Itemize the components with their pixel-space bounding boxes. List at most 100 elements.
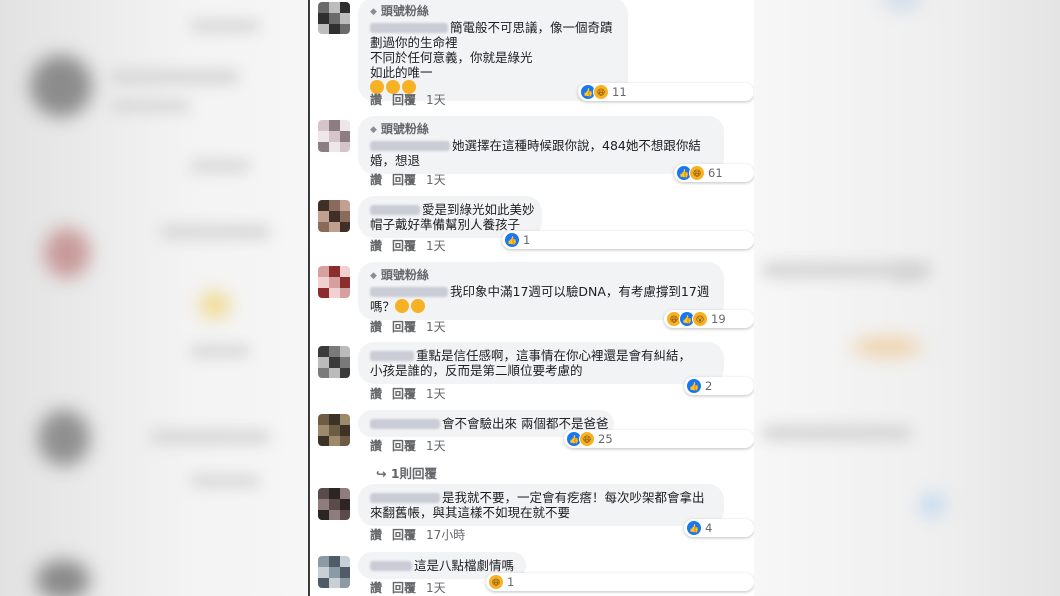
avatar[interactable] xyxy=(318,346,350,378)
reaction-summary[interactable]: 👍 😆 61 xyxy=(674,164,754,182)
reaction-count: 61 xyxy=(708,166,723,180)
comment-text-line: 劃過你的生命裡 xyxy=(370,35,618,50)
reply-link[interactable]: 回覆 xyxy=(392,439,416,453)
reaction-count: 25 xyxy=(598,432,613,446)
blurred-author-name[interactable] xyxy=(370,419,440,429)
comment-text: 愛是到綠光如此美妙 xyxy=(422,202,535,217)
like-reaction-icon: 👍 xyxy=(686,378,702,394)
comment-text-line: 簡電般不可思議，像一個奇蹟 xyxy=(370,20,618,35)
comment-actions: 讚回覆 1天 xyxy=(370,91,456,108)
reply-link[interactable]: 回覆 xyxy=(392,581,416,595)
blurred-author-name[interactable] xyxy=(370,23,448,33)
avatar[interactable] xyxy=(318,488,350,520)
top-fan-badge: ◆ 頭號粉絲 xyxy=(370,268,714,283)
like-link[interactable]: 讚 xyxy=(370,581,382,595)
avatar[interactable] xyxy=(318,120,350,152)
reaction-summary[interactable]: 👍 2 xyxy=(684,377,754,395)
reaction-count: 2 xyxy=(705,379,713,393)
comment-timestamp[interactable]: 17小時 xyxy=(426,528,465,542)
blurred-author-name[interactable] xyxy=(370,205,420,215)
blurred-author-name[interactable] xyxy=(370,141,450,151)
like-link[interactable]: 讚 xyxy=(370,439,382,453)
comment-text-line: 來翻舊帳，與其這樣不如現在就不要 xyxy=(370,505,714,520)
comment-bubble: 是我就不要，一定會有疙瘩！每次吵架都會拿出 來翻舊帳，與其這樣不如現在就不要 xyxy=(358,484,724,526)
haha-reaction-icon: 😆 xyxy=(689,165,705,181)
blurred-author-name[interactable] xyxy=(370,493,440,503)
comment-timestamp[interactable]: 1天 xyxy=(426,439,446,453)
avatar[interactable] xyxy=(318,200,350,232)
like-link[interactable]: 讚 xyxy=(370,173,382,187)
comment-timestamp[interactable]: 1天 xyxy=(426,239,446,253)
avatar[interactable] xyxy=(318,556,350,588)
comment-text: 我印象中滿17週可以驗DNA，有考慮撐到17週 xyxy=(450,284,710,299)
like-link[interactable]: 讚 xyxy=(370,320,382,334)
comment-text-line: 如此的唯一 xyxy=(370,65,618,80)
badge-label: 頭號粉絲 xyxy=(380,4,429,18)
blurred-author-name[interactable] xyxy=(370,561,412,571)
reply-link[interactable]: 回覆 xyxy=(392,387,416,401)
blurred-author-name[interactable] xyxy=(370,351,414,361)
comment-text-line: 重點是信任感啊，這事情在你心裡還是會有糾結， xyxy=(370,348,714,363)
like-link[interactable]: 讚 xyxy=(370,93,382,107)
top-fan-badge: ◆ 頭號粉絲 xyxy=(370,122,714,137)
comment-text: 劃過你的生命裡 xyxy=(370,35,458,50)
like-link[interactable]: 讚 xyxy=(370,239,382,253)
diamond-icon: ◆ xyxy=(370,125,377,135)
comment-text: 重點是信任感啊，這事情在你心裡還是會有糾結， xyxy=(416,348,692,363)
reply-link[interactable]: 回覆 xyxy=(392,173,416,187)
like-link[interactable]: 讚 xyxy=(370,528,382,542)
thinking-face-icon xyxy=(411,299,426,313)
comment-text-line: 嗎？ xyxy=(370,299,714,314)
reaction-summary[interactable]: 👍 1 xyxy=(502,231,754,249)
comment-text: 如此的唯一 xyxy=(370,65,433,80)
comment-actions: 讚回覆 1天 xyxy=(370,579,456,596)
comment-text: 帽子戴好準備幫別人養孩子 xyxy=(370,217,521,232)
comment-timestamp[interactable]: 1天 xyxy=(426,173,446,187)
haha-reaction-icon: 😆 xyxy=(488,574,504,590)
thinking-face-icon xyxy=(395,299,410,313)
like-reaction-icon: 👍 xyxy=(686,520,702,536)
comment-feed: ◆ 頭號粉絲 簡電般不可思議，像一個奇蹟 劃過你的生命裡 不同於任何意義，你就是綠光 如此… xyxy=(308,0,754,596)
comment-text: 她選擇在這種時候跟你說，484她不想跟你結 xyxy=(452,138,701,153)
reaction-count: 19 xyxy=(711,312,726,326)
avatar[interactable] xyxy=(318,2,350,34)
wow-reaction-icon: 😮 xyxy=(692,311,708,327)
reaction-summary[interactable]: 👍 4 xyxy=(684,519,754,537)
comment-text: 婚，想退 xyxy=(370,153,421,168)
comment-text: 不同於任何意義，你就是綠光 xyxy=(370,50,533,65)
reaction-summary[interactable]: 👍 😆 25 xyxy=(564,430,754,448)
comment-text-line: 不同於任何意義，你就是綠光 xyxy=(370,50,618,65)
reply-link[interactable]: 回覆 xyxy=(392,93,416,107)
comment-text-line: 帽子戴好準備幫別人養孩子 xyxy=(370,217,532,232)
comment-timestamp[interactable]: 1天 xyxy=(426,387,446,401)
reply-link[interactable]: 回覆 xyxy=(392,239,416,253)
reaction-count: 1 xyxy=(507,575,515,589)
badge-label: 頭號粉絲 xyxy=(380,268,429,282)
view-replies-link[interactable]: ↪ 1則回覆 xyxy=(376,463,437,482)
comment-timestamp[interactable]: 1天 xyxy=(426,93,446,107)
comment-actions: 讚回覆 1天 xyxy=(370,318,456,335)
like-link[interactable]: 讚 xyxy=(370,387,382,401)
comment-timestamp[interactable]: 1天 xyxy=(426,320,446,334)
comment-text: 小孩是誰的，反而是第二順位要考慮的 xyxy=(370,363,583,378)
blurred-author-name[interactable] xyxy=(370,287,448,297)
comment-text: 嗎？ xyxy=(370,299,396,314)
top-fan-badge: ◆ 頭號粉絲 xyxy=(370,4,618,19)
reply-link[interactable]: 回覆 xyxy=(392,528,416,542)
reaction-count: 11 xyxy=(612,85,627,99)
comment-text: 是我就不要，一定會有疙瘩！每次吵架都會拿出 xyxy=(442,490,705,505)
replies-count-text: 1則回覆 xyxy=(390,466,438,481)
reaction-summary[interactable]: 😆 👍 😮 19 xyxy=(664,310,754,328)
comment-text: 這是八點檔劇情嗎 xyxy=(414,558,515,573)
comment-text-line: 會不會驗出來 兩個都不是爸爸 xyxy=(370,416,608,431)
reply-link[interactable]: 回覆 xyxy=(392,320,416,334)
avatar[interactable] xyxy=(318,266,350,298)
reaction-count: 4 xyxy=(705,521,713,535)
badge-label: 頭號粉絲 xyxy=(380,122,429,136)
comment-actions: 讚回覆 1天 xyxy=(370,385,456,402)
reaction-summary[interactable]: 👍 😆 11 xyxy=(578,83,754,101)
comment-timestamp[interactable]: 1天 xyxy=(426,581,446,595)
avatar[interactable] xyxy=(318,414,350,446)
reaction-summary[interactable]: 😆 1 xyxy=(486,573,754,591)
comment-bubble: ◆ 頭號粉絲 她選擇在這種時候跟你說，484她不想跟你結 婚，想退 xyxy=(358,116,724,174)
